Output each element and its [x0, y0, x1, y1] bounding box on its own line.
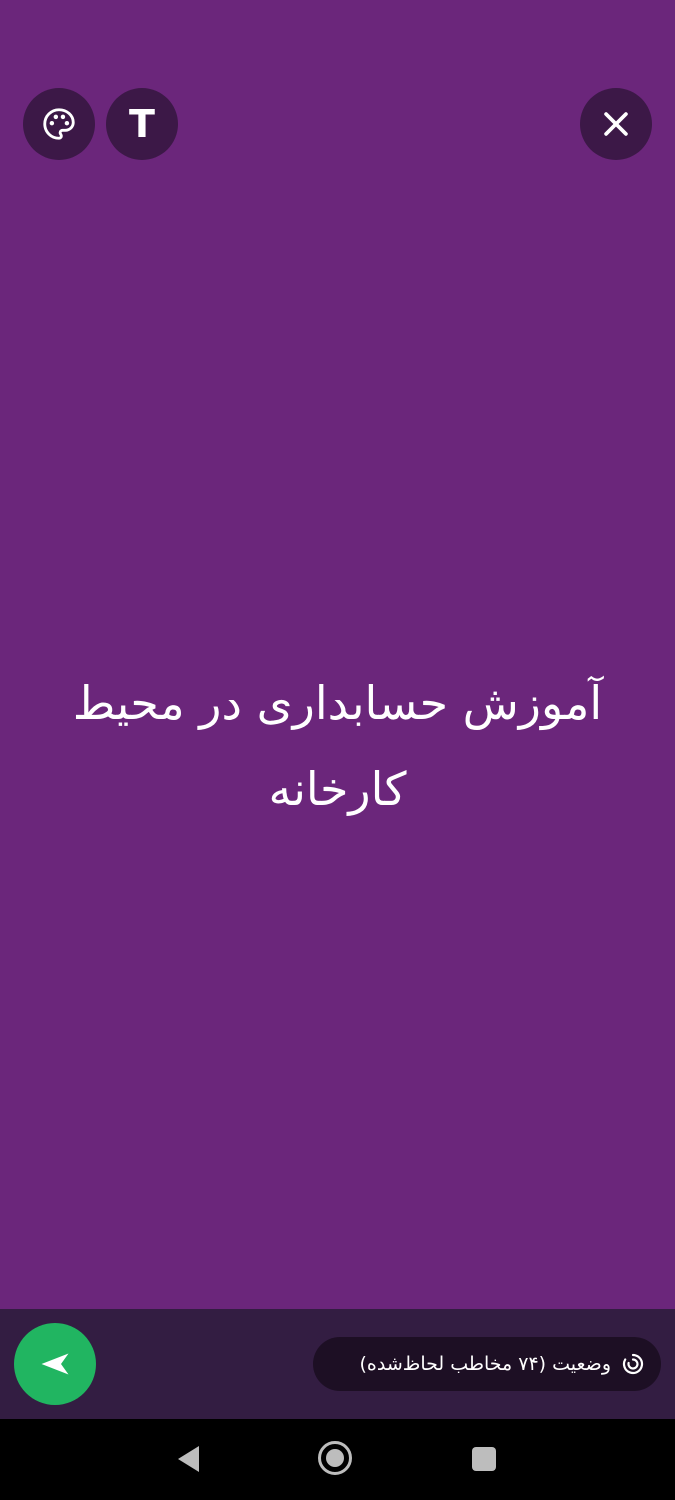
- status-canvas[interactable]: T آموزش حسابداری در محیط کارخانه: [0, 0, 675, 1309]
- home-circle-icon: [318, 1441, 352, 1475]
- audience-chip[interactable]: وضعیت (۷۴ مخاطب لحاظ‌شده): [313, 1337, 661, 1391]
- bottom-bar: وضعیت (۷۴ مخاطب لحاظ‌شده): [0, 1309, 675, 1419]
- nav-home-button[interactable]: [314, 1437, 356, 1479]
- system-navigation-bar: [0, 1419, 675, 1500]
- recents-square-icon: [472, 1447, 496, 1471]
- palette-icon: [43, 108, 75, 140]
- font-style-button[interactable]: T: [106, 88, 178, 160]
- send-icon: [41, 1353, 69, 1375]
- nav-back-button[interactable]: [168, 1439, 208, 1479]
- text-tool-label: T: [129, 102, 155, 146]
- back-triangle-icon: [178, 1446, 199, 1472]
- send-button[interactable]: [14, 1323, 96, 1405]
- status-text[interactable]: آموزش حسابداری در محیط کارخانه: [40, 660, 635, 832]
- close-icon: [604, 112, 628, 136]
- nav-recents-button[interactable]: [464, 1439, 504, 1479]
- status-ring-icon: [622, 1353, 644, 1375]
- color-picker-button[interactable]: [23, 88, 95, 160]
- close-button[interactable]: [580, 88, 652, 160]
- audience-label: وضعیت (۷۴ مخاطب لحاظ‌شده): [359, 1353, 611, 1375]
